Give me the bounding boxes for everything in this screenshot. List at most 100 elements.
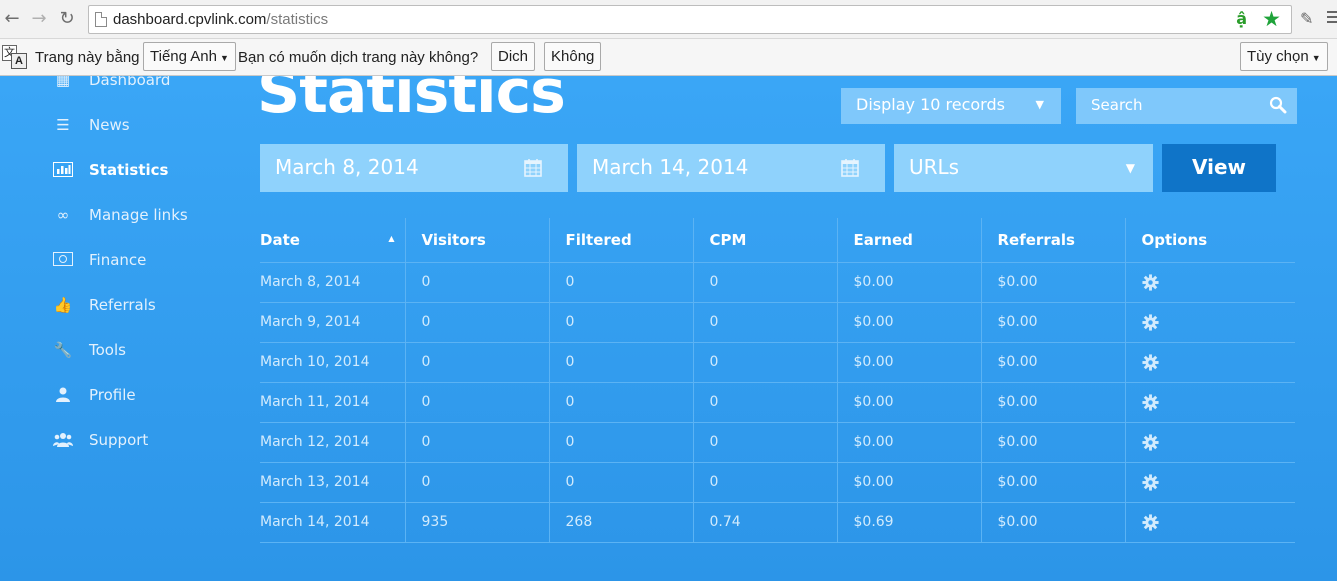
row-options-cell <box>1125 342 1295 383</box>
table-cell: March 8, 2014 <box>260 262 406 303</box>
translate-button[interactable]: Dich <box>491 42 536 71</box>
thumbs-up-icon: 👍 <box>53 296 73 314</box>
table-cell: 0 <box>693 262 838 303</box>
table-row: March 8, 2014 0 0 0 $0.00 $0.00 <box>260 262 1295 303</box>
view-button[interactable]: View <box>1162 144 1276 192</box>
table-cell: March 13, 2014 <box>260 462 406 503</box>
table-row: March 11, 2014 0 0 0 $0.00 $0.00 <box>260 382 1295 423</box>
table-row: March 10, 2014 0 0 0 $0.00 $0.00 <box>260 342 1295 383</box>
gear-icon[interactable] <box>1141 433 1159 451</box>
menu-icon[interactable] <box>1327 11 1337 26</box>
table-cell: 0 <box>405 382 550 423</box>
table-cell: 0 <box>549 422 694 463</box>
link-icon: ∞ <box>56 206 70 224</box>
chevron-down-icon: ▼ <box>1035 98 1044 111</box>
date-to-field[interactable]: March 14, 2014 <box>577 144 885 192</box>
column-header-date[interactable]: Date ▲ <box>260 218 406 263</box>
back-icon[interactable]: ← <box>2 9 22 29</box>
chevron-down-icon: ▼ <box>1125 161 1135 175</box>
table-row: March 12, 2014 0 0 0 $0.00 $0.00 <box>260 422 1295 463</box>
table-cell: 268 <box>549 502 694 543</box>
search-input[interactable]: Search <box>1076 88 1297 124</box>
bar-chart-icon <box>52 162 74 178</box>
table-cell: 0 <box>693 302 838 343</box>
forward-icon[interactable]: → <box>29 9 49 29</box>
statistics-table: Date ▲ Visitors Filtered CPM Earned Refer… <box>260 218 1295 543</box>
options-button[interactable]: Tùy chọn ▼ <box>1240 42 1328 71</box>
table-cell: $0.00 <box>981 382 1126 423</box>
table-cell: 0 <box>549 462 694 503</box>
bookmark-star-icon[interactable]: ★ <box>1262 7 1281 31</box>
no-translate-button[interactable]: Không <box>544 42 602 71</box>
row-options-cell <box>1125 262 1295 303</box>
gear-icon[interactable] <box>1141 273 1159 291</box>
row-options-cell <box>1125 382 1295 423</box>
app-content: ▦ Dashboard ☰ News Statistics ∞ Manage l… <box>0 76 1337 581</box>
table-cell: $0.00 <box>837 462 982 503</box>
page-title: Statistics <box>257 76 566 127</box>
table-cell: $0.00 <box>837 422 982 463</box>
table-cell: 0 <box>549 302 694 343</box>
column-header-earned: Earned <box>837 218 982 263</box>
table-row: March 13, 2014 0 0 0 $0.00 $0.00 <box>260 462 1295 503</box>
page-icon <box>95 12 107 27</box>
table-cell: 0 <box>405 302 550 343</box>
address-bar[interactable]: dashboard.cpvlink.com/statistics ậ ★ <box>88 5 1292 34</box>
date-from-field[interactable]: March 8, 2014 <box>260 144 568 192</box>
gear-icon[interactable] <box>1141 313 1159 331</box>
reload-icon[interactable]: ↻ <box>57 9 77 29</box>
calendar-icon[interactable] <box>841 158 859 177</box>
type-select[interactable]: URLs ▼ <box>894 144 1153 192</box>
column-header-referrals: Referrals <box>981 218 1126 263</box>
table-cell: $0.00 <box>837 382 982 423</box>
list-icon: ☰ <box>56 116 70 134</box>
table-row: March 9, 2014 0 0 0 $0.00 $0.00 <box>260 302 1295 343</box>
wrench-icon: 🔧 <box>53 341 73 359</box>
column-header-options: Options <box>1125 218 1295 263</box>
url-text[interactable]: dashboard.cpvlink.com/statistics <box>113 11 328 28</box>
language-select[interactable]: Tiếng Anh ▼ <box>143 42 236 71</box>
table-cell: 0 <box>693 342 838 383</box>
table-cell: $0.00 <box>981 502 1126 543</box>
translate-bar: 文A Trang này bằng Tiếng Anh ▼ Bạn có muốn… <box>0 39 1337 76</box>
pen-icon[interactable]: ✎ <box>1300 9 1313 28</box>
table-cell: 0 <box>693 422 838 463</box>
column-header-cpm: CPM <box>693 218 838 263</box>
display-records-select[interactable]: Display 10 records ▼ <box>841 88 1061 124</box>
grid-icon: ▦ <box>55 76 71 89</box>
table-cell: 0 <box>405 462 550 503</box>
table-cell: 0 <box>405 342 550 383</box>
gear-icon[interactable] <box>1141 393 1159 411</box>
row-options-cell <box>1125 422 1295 463</box>
table-cell: 935 <box>405 502 550 543</box>
table-cell: $0.00 <box>981 262 1126 303</box>
table-cell: 0 <box>549 342 694 383</box>
table-row: March 14, 2014 935 268 0.74 $0.69 $0.00 <box>260 502 1295 543</box>
row-options-cell <box>1125 502 1295 543</box>
translate-icon[interactable]: ậ <box>1236 9 1247 28</box>
table-cell: March 14, 2014 <box>260 502 406 543</box>
row-options-cell <box>1125 462 1295 503</box>
search-icon[interactable] <box>1269 96 1287 114</box>
table-cell: $0.00 <box>981 462 1126 503</box>
gear-icon[interactable] <box>1141 513 1159 531</box>
table-cell: 0 <box>693 382 838 423</box>
table-cell: $0.00 <box>837 262 982 303</box>
table-cell: $0.00 <box>981 342 1126 383</box>
calendar-icon[interactable] <box>524 158 542 177</box>
table-cell: $0.00 <box>837 342 982 383</box>
table-cell: 0 <box>549 262 694 303</box>
table-cell: 0.74 <box>693 502 838 543</box>
column-header-visitors: Visitors <box>405 218 550 263</box>
sort-asc-icon[interactable]: ▲ <box>388 234 394 243</box>
browser-toolbar: ← → ↻ dashboard.cpvlink.com/statistics ậ… <box>0 0 1337 39</box>
gear-icon[interactable] <box>1141 473 1159 491</box>
gear-icon[interactable] <box>1141 353 1159 371</box>
table-cell: March 9, 2014 <box>260 302 406 343</box>
translate-question: Bạn có muốn dịch trang này không? <box>238 49 479 66</box>
table-cell: 0 <box>693 462 838 503</box>
table-cell: 0 <box>405 422 550 463</box>
translate-prefix: Trang này bằng <box>35 49 140 66</box>
table-cell: $0.00 <box>981 302 1126 343</box>
table-cell: March 12, 2014 <box>260 422 406 463</box>
